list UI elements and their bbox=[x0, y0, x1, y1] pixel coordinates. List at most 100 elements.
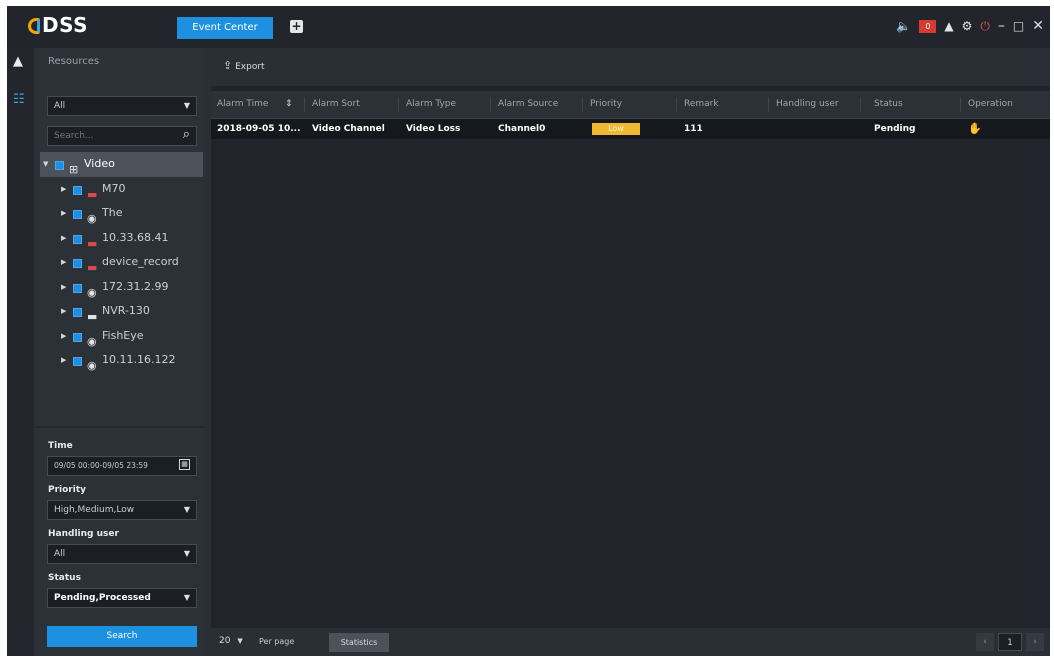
power-icon[interactable]: ⏻ bbox=[980, 19, 990, 34]
close-icon[interactable]: ✕ bbox=[1032, 18, 1044, 34]
collapse-arrow-icon[interactable]: ▶ bbox=[61, 226, 66, 250]
alarm-main-panel: ⇪ Export Alarm Time ⇕ Alarm Sort Alarm T… bbox=[211, 48, 1050, 656]
expand-arrow-icon[interactable]: ▼ bbox=[43, 152, 48, 176]
tree-node-device[interactable]: ▶ ◉ FishEye bbox=[40, 324, 203, 349]
resource-filter-value: All bbox=[54, 101, 66, 111]
checkbox[interactable] bbox=[73, 332, 82, 342]
tree-node-device[interactable]: ▶ ▬ 10.33.68.41 bbox=[40, 226, 203, 251]
table-row[interactable]: 2018-09-05 10... Video Channel Video Los… bbox=[211, 119, 1050, 139]
maximize-icon[interactable]: □ bbox=[1013, 19, 1024, 33]
alarm-source-cell: Channel0 bbox=[498, 124, 546, 134]
chevron-down-icon: ▼ bbox=[183, 593, 190, 602]
resource-search-input[interactable]: Search... ⌕ bbox=[47, 126, 197, 146]
title-bar: DSS Event Center + 🔈 0 ▲ ⚙ ⏻ – □ ✕ bbox=[7, 6, 1050, 48]
tree-node-video[interactable]: ▼ ⊞ Video bbox=[40, 152, 203, 177]
speaker-icon[interactable]: 🔈 bbox=[896, 19, 911, 33]
search-icon[interactable]: ⌕ bbox=[183, 126, 190, 144]
export-label: Export bbox=[235, 62, 265, 72]
column-header[interactable]: Operation bbox=[968, 91, 1013, 118]
sidebar-divider bbox=[34, 426, 205, 428]
checkbox[interactable] bbox=[73, 259, 82, 268]
priority-select[interactable]: High,Medium,Low ▼ bbox=[47, 500, 197, 520]
search-button[interactable]: Search bbox=[47, 626, 197, 647]
alarm-icon[interactable]: ▲ bbox=[13, 54, 23, 69]
chevron-down-icon: ▼ bbox=[183, 101, 190, 110]
collapse-arrow-icon[interactable]: ▶ bbox=[61, 299, 66, 323]
resource-list-icon[interactable]: ☷ bbox=[13, 92, 25, 107]
tree-node-label: 10.11.16.122 bbox=[102, 353, 176, 366]
alarm-count-badge[interactable]: 0 bbox=[919, 19, 937, 33]
status-select[interactable]: Pending,Processed ▼ bbox=[47, 588, 197, 608]
checkbox[interactable] bbox=[73, 234, 82, 244]
per-page-select[interactable]: 20 ▼ bbox=[219, 636, 243, 646]
alarm-sort-cell: Video Channel bbox=[312, 124, 385, 134]
column-header[interactable]: Handling user bbox=[776, 91, 839, 118]
collapse-arrow-icon[interactable]: ▶ bbox=[61, 250, 66, 274]
hand-claim-icon[interactable]: ✋ bbox=[968, 119, 982, 139]
column-header[interactable]: Priority bbox=[590, 91, 622, 118]
tree-node-device[interactable]: ▶ ▬ M70 bbox=[40, 177, 203, 202]
pagination: ‹ 1 › bbox=[976, 633, 1044, 651]
column-divider bbox=[304, 97, 305, 112]
statistics-button[interactable]: Statistics bbox=[329, 633, 389, 652]
alarm-time-cell: 2018-09-05 10... bbox=[217, 124, 301, 134]
checkbox[interactable] bbox=[73, 308, 82, 317]
remark-cell: 111 bbox=[684, 124, 703, 134]
calendar-icon[interactable]: ▦ bbox=[179, 459, 190, 470]
tree-node-label: 10.33.68.41 bbox=[102, 230, 169, 244]
minimize-icon[interactable]: – bbox=[998, 18, 1005, 34]
resource-filter-select[interactable]: All ▼ bbox=[47, 96, 197, 116]
tree-node-device[interactable]: ▶ ◉ 10.11.16.122 bbox=[40, 348, 203, 373]
column-header[interactable]: Alarm Sort bbox=[312, 91, 360, 118]
checkbox[interactable] bbox=[73, 185, 82, 195]
tree-node-label: 172.31.2.99 bbox=[102, 279, 169, 293]
tree-node-device[interactable]: ▶ ▬ NVR-130 bbox=[40, 299, 203, 324]
chevron-down-icon: ▼ bbox=[237, 637, 243, 645]
tree-node-label: M70 bbox=[102, 181, 126, 195]
gear-icon[interactable]: ⚙ bbox=[962, 19, 973, 33]
collapse-arrow-icon[interactable]: ▶ bbox=[61, 201, 66, 225]
column-header[interactable]: Alarm Time bbox=[217, 91, 268, 118]
status-value: Pending,Processed bbox=[54, 593, 151, 603]
chevron-down-icon: ▼ bbox=[183, 505, 190, 514]
column-header[interactable]: Alarm Type bbox=[406, 91, 456, 118]
add-tab-icon[interactable]: + bbox=[290, 20, 303, 33]
dss-logo-icon bbox=[28, 18, 40, 34]
column-header[interactable]: Remark bbox=[684, 91, 719, 118]
per-page-value: 20 bbox=[219, 636, 231, 646]
checkbox[interactable] bbox=[55, 161, 64, 170]
per-page-label: Per page bbox=[259, 637, 295, 646]
resource-sidebar: Resources All ▼ Search... ⌕ ▼ ⊞ Video ▶ … bbox=[34, 48, 205, 656]
table-footer: 20 ▼ Per page Statistics ‹ 1 › bbox=[211, 628, 1050, 656]
export-button[interactable]: ⇪ Export bbox=[223, 59, 265, 72]
dss-window: DSS Event Center + 🔈 0 ▲ ⚙ ⏻ – □ ✕ ▲ ☷ R… bbox=[7, 6, 1050, 656]
column-header[interactable]: Alarm Source bbox=[498, 91, 558, 118]
tree-node-device[interactable]: ▶ ◉ The bbox=[40, 201, 203, 226]
prev-page-icon[interactable]: ‹ bbox=[976, 633, 994, 651]
tab-event-center[interactable]: Event Center bbox=[177, 17, 273, 39]
checkbox[interactable] bbox=[73, 283, 82, 293]
collapse-arrow-icon[interactable]: ▶ bbox=[61, 177, 66, 201]
search-placeholder: Search... bbox=[54, 131, 94, 141]
table-header: Alarm Time ⇕ Alarm Sort Alarm Type Alarm… bbox=[211, 91, 1050, 119]
handling-user-select[interactable]: All ▼ bbox=[47, 544, 197, 564]
collapse-arrow-icon[interactable]: ▶ bbox=[61, 324, 66, 348]
page-number-input[interactable]: 1 bbox=[998, 633, 1022, 651]
next-page-icon[interactable]: › bbox=[1026, 633, 1044, 651]
collapse-arrow-icon[interactable]: ▶ bbox=[61, 348, 66, 372]
checkbox[interactable] bbox=[73, 210, 82, 219]
column-header[interactable]: Status bbox=[874, 91, 903, 118]
checkbox[interactable] bbox=[73, 357, 82, 366]
collapse-arrow-icon[interactable]: ▶ bbox=[61, 275, 66, 299]
tree-node-device[interactable]: ▶ ▬ device_record bbox=[40, 250, 203, 275]
column-divider bbox=[582, 97, 583, 112]
user-icon[interactable]: ▲ bbox=[944, 19, 953, 33]
time-range-input[interactable]: 09/05 00:00-09/05 23:59 ▦ bbox=[47, 456, 197, 476]
handling-user-label: Handling user bbox=[48, 529, 119, 539]
column-divider bbox=[490, 97, 491, 112]
tree-node-label: FishEye bbox=[102, 328, 144, 342]
tree-node-device[interactable]: ▶ ◉ 172.31.2.99 bbox=[40, 275, 203, 300]
sort-icon[interactable]: ⇕ bbox=[285, 91, 293, 118]
column-divider bbox=[398, 97, 399, 112]
left-icon-rail: ▲ ☷ bbox=[7, 48, 34, 656]
